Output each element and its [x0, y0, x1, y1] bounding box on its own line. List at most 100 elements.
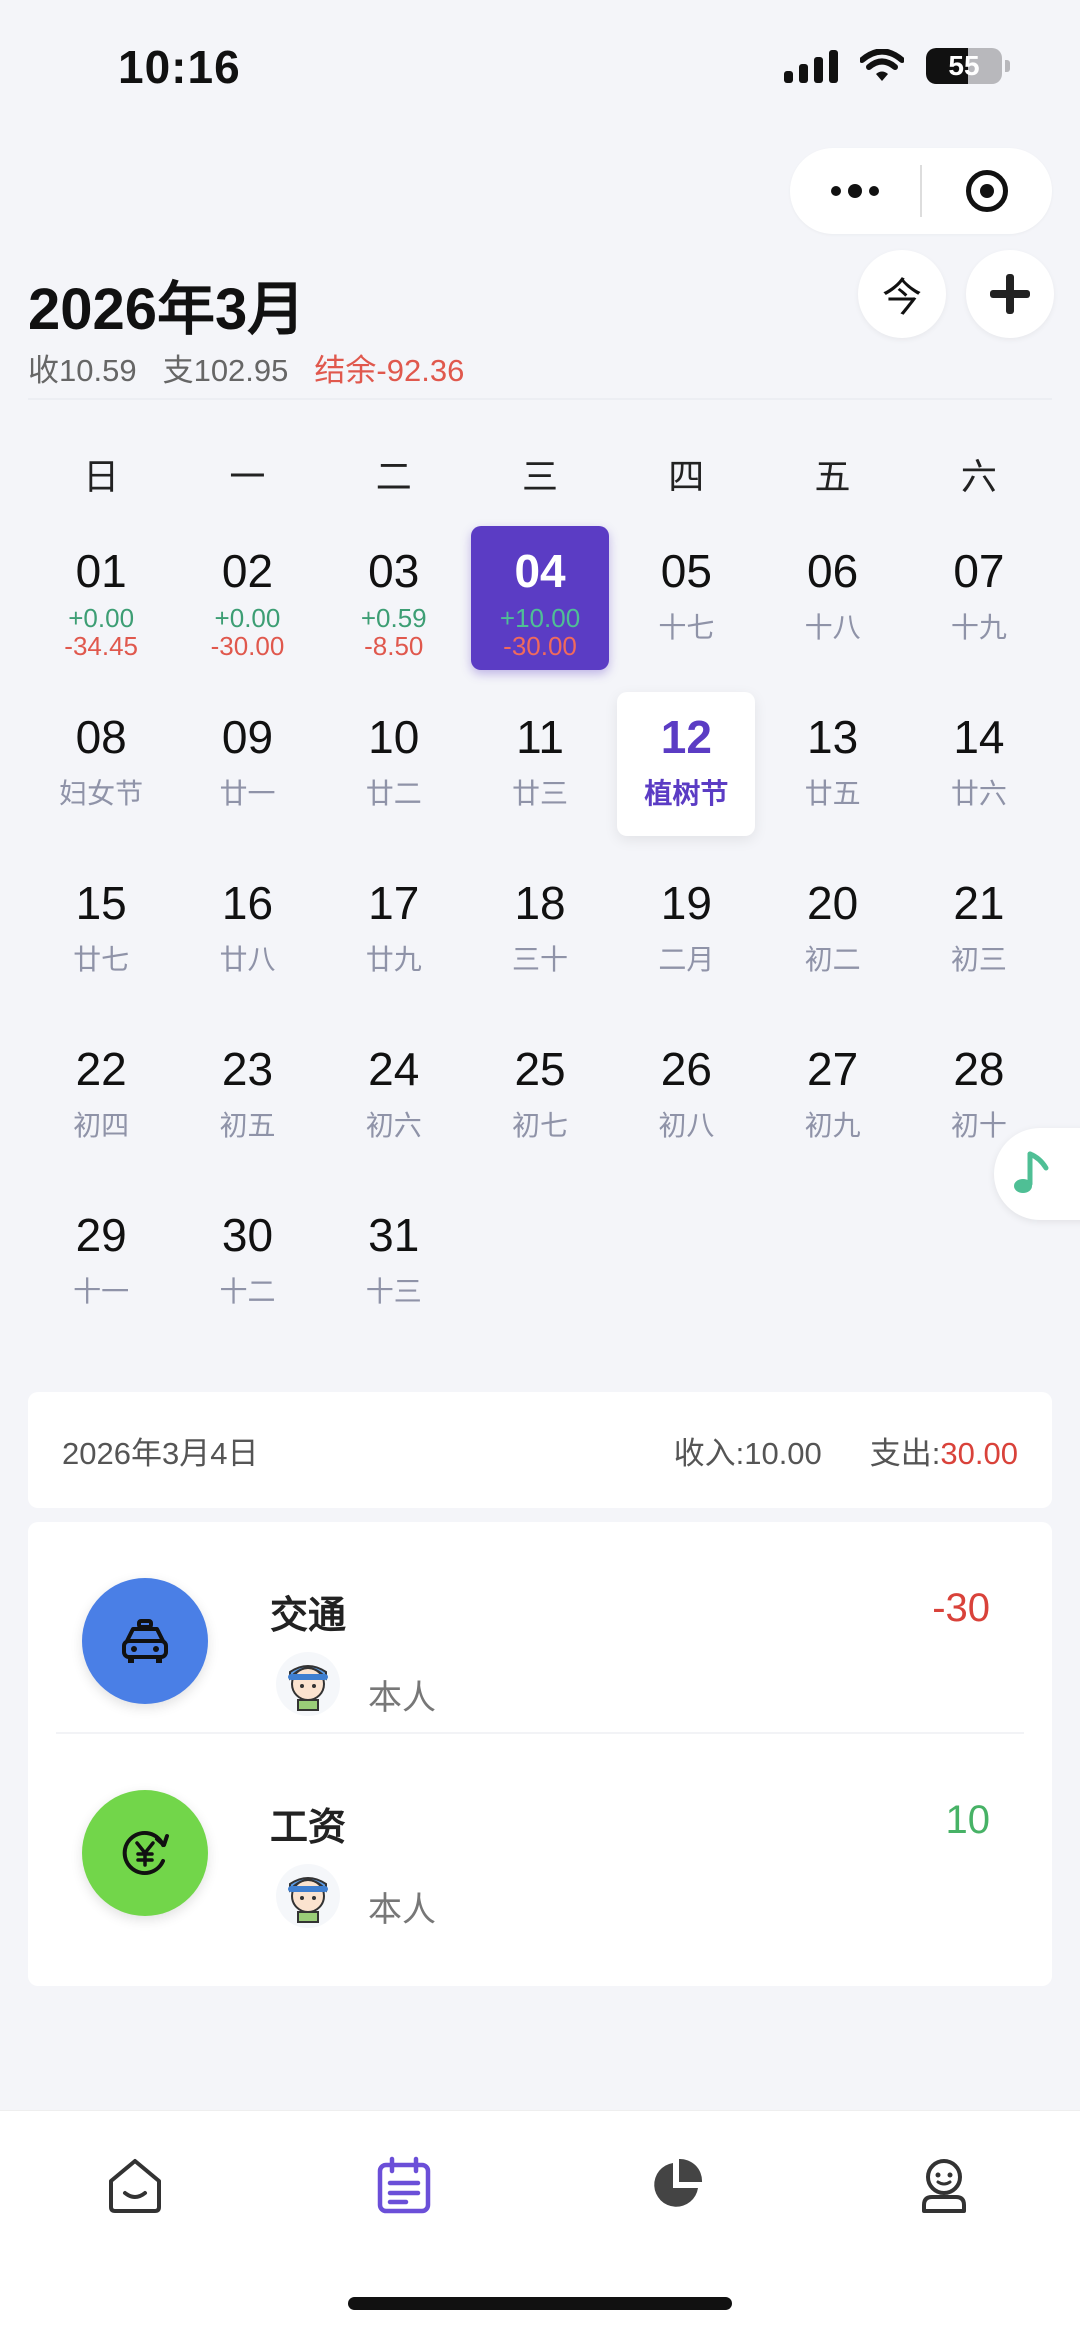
day-cell[interactable]: 31 十三 [321, 1186, 467, 1352]
day-cell[interactable]: 17 廿九 [321, 854, 467, 1020]
day-cell[interactable]: 15 廿七 [28, 854, 174, 1020]
day-cell[interactable]: 08 妇女节 [28, 688, 174, 854]
day-cell[interactable]: 02 +0.00 -30.00 [174, 522, 320, 688]
day-cell[interactable]: 23 初五 [174, 1020, 320, 1186]
tab-home[interactable] [95, 2145, 175, 2225]
day-cell[interactable]: 16 廿八 [174, 854, 320, 1020]
day-cell[interactable]: 03 +0.59 -8.50 [321, 522, 467, 688]
weekday-label: 三 [521, 456, 558, 497]
day-cell[interactable]: 14 廿六 [906, 688, 1052, 854]
day-cell[interactable]: 12 植树节 [613, 688, 759, 854]
selected-date: 2026年3月4日 [62, 1435, 259, 1471]
month-title[interactable]: 2026年3月 [28, 262, 305, 346]
day-cell[interactable]: 21 初三 [906, 854, 1052, 1020]
category-circle [82, 1790, 208, 1916]
day-cell[interactable]: 13 廿五 [759, 688, 905, 854]
day-number: 08 [75, 711, 127, 763]
day-number: 09 [221, 711, 274, 763]
day-cell[interactable]: 09 廿一 [174, 688, 320, 854]
status-icons: 55 [784, 48, 1010, 84]
day-cell[interactable]: 04 +10.00 -30.00 [467, 522, 613, 688]
music-float-button[interactable] [994, 1128, 1080, 1220]
day-cell[interactable]: 19 二月 [613, 854, 759, 1020]
close-mini-program-button[interactable] [922, 148, 1052, 234]
day-number: 18 [514, 877, 566, 929]
day-cell[interactable]: 29 十一 [28, 1186, 174, 1352]
more-button[interactable] [790, 148, 920, 234]
lunar-label: 十八 [804, 612, 861, 643]
day-cell[interactable]: 20 初二 [759, 854, 905, 1020]
weekday-label: 六 [960, 456, 997, 497]
day-cell[interactable]: 11 廿三 [467, 688, 613, 854]
lunar-label: 二月 [658, 944, 715, 975]
day-expense: -30.00 [210, 631, 285, 661]
record-list: 交通 本人 -30 工资 本人 10 [28, 1522, 1052, 1986]
day-number: 15 [75, 877, 127, 929]
day-number: 22 [75, 1043, 127, 1095]
month-balance: 结余-92.36 [314, 353, 465, 388]
day-number: 04 [514, 545, 566, 597]
lunar-label: 初二 [804, 944, 861, 975]
day-number: 06 [807, 545, 859, 597]
lunar-label: 初八 [658, 1110, 715, 1141]
record-item[interactable]: 工资 本人 10 [56, 1732, 1024, 1938]
more-icon [831, 184, 880, 198]
add-record-button[interactable] [966, 250, 1054, 338]
divider [28, 398, 1052, 400]
day-cell[interactable]: 06 十八 [759, 522, 905, 688]
day-number: 28 [953, 1043, 1005, 1095]
day-number: 03 [368, 545, 420, 597]
day-number: 11 [516, 711, 564, 763]
day-number: 29 [75, 1209, 127, 1261]
lunar-label: 廿七 [73, 944, 130, 975]
lunar-label: 廿八 [219, 944, 276, 975]
day-cell[interactable]: 24 初六 [321, 1020, 467, 1186]
day-cell[interactable]: 05 十七 [613, 522, 759, 688]
lunar-label: 初四 [73, 1110, 130, 1141]
day-cell[interactable]: 10 廿二 [321, 688, 467, 854]
weekday-label: 日 [83, 456, 120, 497]
signal-icon [784, 49, 838, 83]
month-summary: 收10.59 支102.95 结余-92.36 [28, 345, 464, 390]
lunar-label: 初三 [950, 944, 1007, 975]
tab-profile[interactable] [904, 2145, 984, 2225]
boy-avatar-icon [288, 1877, 328, 1923]
lunar-label: 廿一 [219, 778, 276, 809]
day-expense: -30.00 [503, 631, 577, 661]
month-income: 收10.59 [28, 353, 137, 388]
boy-avatar-icon [288, 1665, 328, 1711]
day-number: 24 [368, 1043, 420, 1095]
day-cell[interactable]: 07 十九 [906, 522, 1052, 688]
wifi-icon [860, 49, 904, 81]
lunar-label: 妇女节 [59, 778, 144, 809]
record-amount: 10 [945, 1798, 991, 1842]
record-item[interactable]: 交通 本人 -30 [56, 1522, 1024, 1726]
taxi-icon [122, 1619, 168, 1663]
weekday-label: 四 [668, 456, 705, 497]
day-number: 26 [660, 1043, 712, 1095]
day-cell[interactable]: 22 初四 [28, 1020, 174, 1186]
lunar-label: 植树节 [644, 778, 729, 809]
day-expense: -8.50 [364, 631, 424, 661]
day-cell[interactable]: 18 三十 [467, 854, 613, 1020]
lunar-label: 初九 [804, 1110, 861, 1141]
day-cell[interactable]: 25 初七 [467, 1020, 613, 1186]
day-cell[interactable]: 27 初九 [759, 1020, 905, 1186]
tab-calendar[interactable] [364, 2145, 444, 2225]
lunar-label: 初十 [950, 1110, 1007, 1141]
weekday-label: 一 [229, 456, 266, 497]
day-cell[interactable]: 26 初八 [613, 1020, 759, 1186]
tab-statistics[interactable] [636, 2145, 716, 2225]
day-number: 10 [368, 711, 420, 763]
today-button[interactable]: 今 [858, 250, 946, 338]
month-expense: 支102.95 [162, 353, 289, 388]
battery-level: 55 [948, 50, 980, 81]
lunar-label: 初七 [512, 1110, 569, 1141]
day-cell[interactable]: 01 +0.00 -34.45 [28, 522, 174, 688]
day-number: 12 [660, 711, 712, 763]
day-cell[interactable]: 30 十二 [174, 1186, 320, 1352]
day-number: 13 [807, 711, 859, 763]
day-number: 17 [368, 877, 420, 929]
day-number: 19 [660, 877, 712, 929]
day-income: +0.00 [68, 603, 135, 633]
